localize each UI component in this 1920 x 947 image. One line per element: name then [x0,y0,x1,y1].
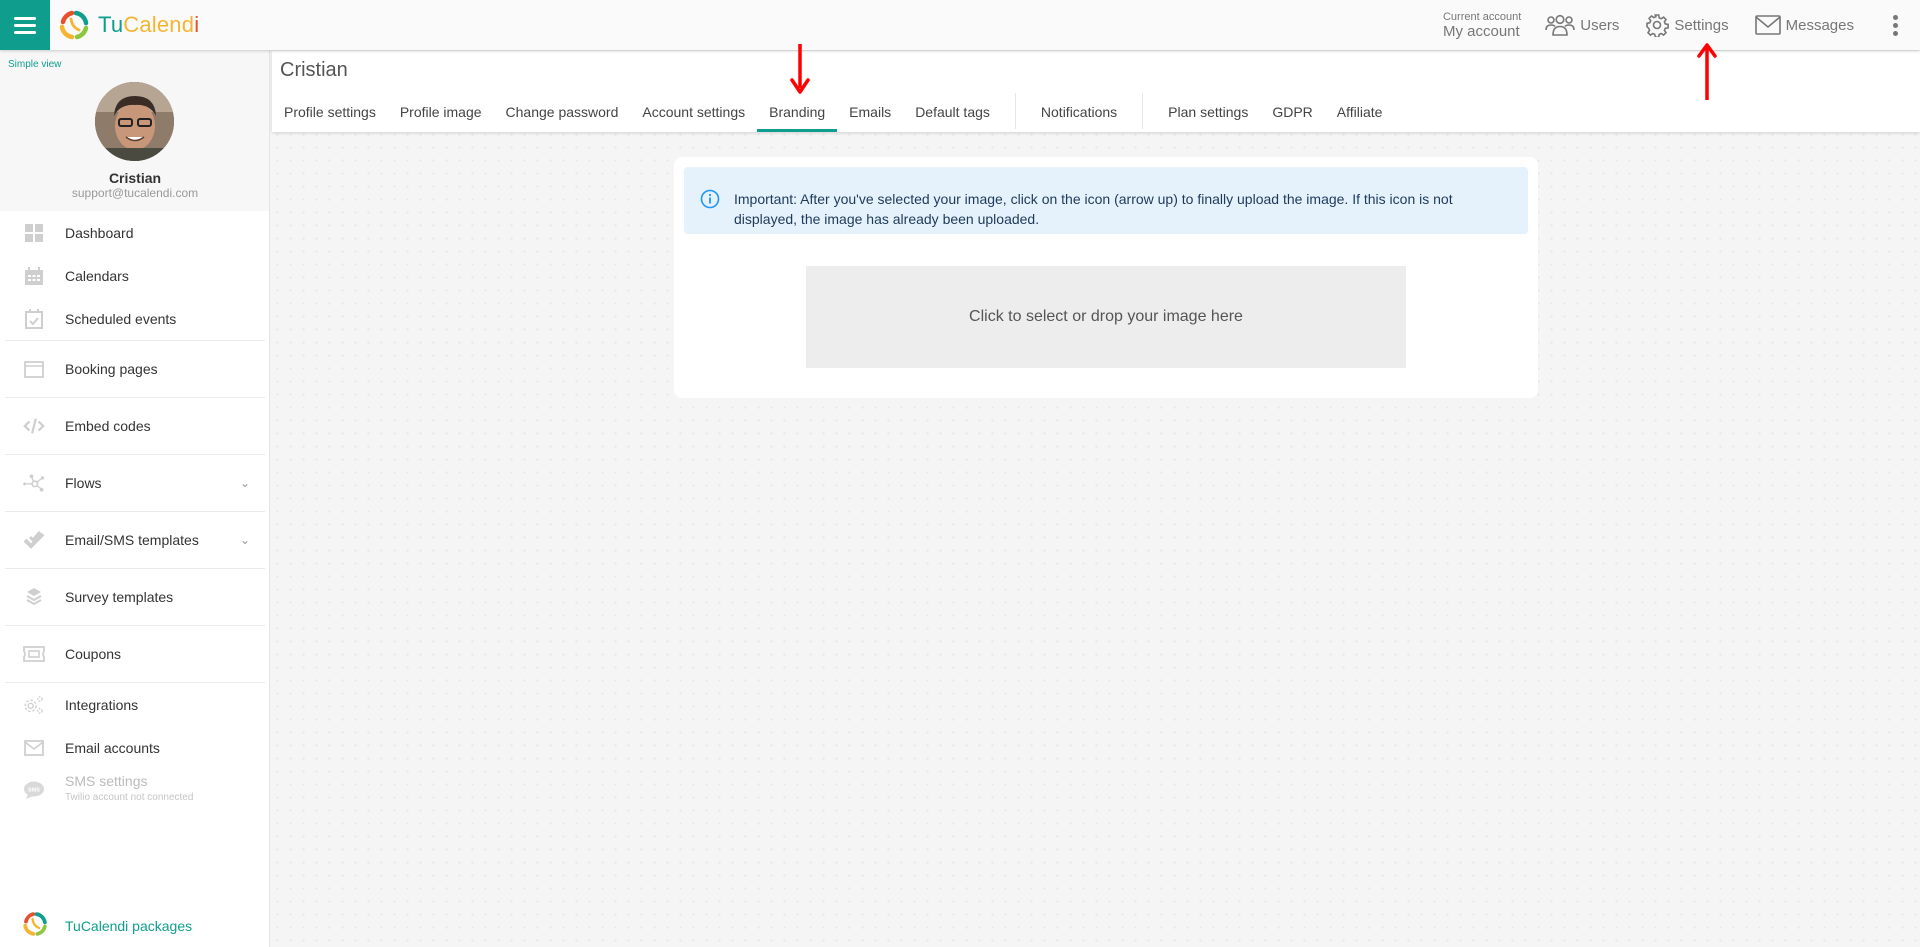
sidebar-item-coupons[interactable]: Coupons [0,626,270,682]
sidebar-item-email-accounts[interactable]: Email accounts [0,726,270,769]
sidebar-item-label: Email accounts [65,739,160,756]
sidebar-item-scheduled-events[interactable]: Scheduled events [0,297,270,340]
tab-default-tags[interactable]: Default tags [903,91,1002,132]
sidebar-item-label: Calendars [65,267,129,284]
sidebar-item-label: Survey templates [65,589,174,605]
layers-icon [23,586,45,608]
avatar-photo [95,82,174,161]
info-alert-message: Important: After you've selected your im… [734,191,1453,227]
tab-profile-image[interactable]: Profile image [388,91,494,132]
app-name: TuCalendi [98,12,200,37]
tab-notifications[interactable]: Notifications [1029,91,1129,132]
branding-card: Important: After you've selected your im… [674,157,1538,398]
tab-divider [1142,93,1144,129]
avatar[interactable] [95,82,174,161]
tab-change-password[interactable]: Change password [494,91,631,132]
sidebar-item-label: Email/SMS templates [65,532,199,548]
tab-gdpr[interactable]: GDPR [1260,91,1324,132]
info-icon [700,189,720,214]
browser-window-icon [23,358,45,380]
tab-plan-settings[interactable]: Plan settings [1156,91,1260,132]
app-logo[interactable]: TuCalendi [57,8,199,42]
sidebar-item-embed-codes[interactable]: Embed codes [0,398,270,454]
sidebar: Simple view Cristian support@tucalendi.c… [0,50,270,947]
sidebar-item-flows[interactable]: Flows ⌄ [0,455,270,511]
hamburger-icon [14,13,36,38]
annotation-arrow-down [790,44,810,94]
top-bar: TuCalendi Current account My account Use… [0,0,1920,50]
chevron-down-icon[interactable]: ⌄ [240,476,250,490]
sidebar-nav: Dashboard Calendars Scheduled events Boo… [0,211,270,813]
sidebar-item-label: Integrations [65,696,139,713]
calendar-icon [23,265,45,287]
current-account-label: Current account [1442,10,1522,23]
settings-label: Settings [1674,16,1729,34]
current-account-value: My account [1442,22,1520,40]
settings-tabs: Profile settings Profile image Change pa… [272,91,1394,132]
sidebar-item-dashboard[interactable]: Dashboard [0,211,270,254]
sidebar-item-label: Scheduled events [65,310,177,327]
users-label: Users [1580,16,1620,34]
dashboard-icon [23,222,45,244]
tab-affiliate[interactable]: Affiliate [1325,91,1395,132]
envelope-icon [23,737,45,759]
gear-icon [1646,14,1670,37]
code-icon [23,415,45,437]
info-alert: Important: After you've selected your im… [684,167,1528,234]
sidebar-item-label: Booking pages [65,361,158,377]
messages-link[interactable]: Messages [1754,15,1854,35]
users-link[interactable]: Users [1545,14,1619,36]
settings-header: Cristian Profile settings Profile image … [272,51,1920,132]
sidebar-item-label: Dashboard [65,224,134,241]
annotation-arrow-up [1697,43,1717,100]
tucalendi-logo-icon [21,910,49,943]
tab-branding[interactable]: Branding [757,91,838,132]
sidebar-item-calendars[interactable]: Calendars [0,254,270,297]
ticket-icon [23,643,45,665]
settings-link[interactable]: Settings [1645,13,1729,37]
kebab-icon [1892,13,1898,37]
sidebar-item-label: Embed codes [65,418,151,434]
chevron-down-icon[interactable]: ⌄ [240,533,250,547]
menu-toggle-button[interactable] [0,0,50,50]
sidebar-item-label: Coupons [65,646,122,662]
gears-icon [23,694,45,716]
svg-text:SMS: SMS [28,788,40,794]
tucalendi-packages-link[interactable]: TuCalendi packages [0,905,270,947]
sidebar-item-integrations[interactable]: Integrations [0,683,270,726]
more-options-button[interactable] [1880,13,1910,37]
sidebar-item-email-sms-templates[interactable]: Email/SMS templates ⌄ [0,512,270,568]
sidebar-item-sms-settings[interactable]: SMS SMS settings Twilio account not conn… [0,769,270,813]
sms-bubble-icon: SMS [23,779,45,801]
calendar-check-icon [23,308,45,330]
current-account-switcher[interactable]: Current account My account [1442,10,1522,40]
tab-emails[interactable]: Emails [837,91,903,132]
sidebar-item-survey-templates[interactable]: Survey templates [0,569,270,625]
sidebar-item-label: Flows [65,475,102,491]
dropzone-label: Click to select or drop your image here [969,308,1243,325]
sidebar-item-sublabel: Twilio account not connected [65,792,194,803]
tab-divider [1014,93,1016,129]
messages-label: Messages [1785,16,1854,34]
users-icon [1545,14,1576,36]
sidebar-item-booking-pages[interactable]: Booking pages [0,341,270,397]
simple-view-link[interactable]: Simple view [8,59,61,70]
profile-name: Cristian [108,170,162,186]
flows-icon [23,472,45,494]
sidebar-item-label: SMS settings [65,773,148,789]
page-title: Cristian [280,59,348,81]
tab-account-settings[interactable]: Account settings [630,91,757,132]
packages-label: TuCalendi packages [65,918,193,934]
image-dropzone[interactable]: Click to select or drop your image here [806,266,1406,368]
profile-block: Simple view Cristian support@tucalendi.c… [0,50,269,211]
envelope-icon [1754,15,1781,35]
profile-email: support@tucalendi.com [71,186,199,200]
tucalendi-logo-icon [59,10,89,40]
tab-profile-settings[interactable]: Profile settings [272,91,388,132]
double-check-icon [23,529,45,551]
